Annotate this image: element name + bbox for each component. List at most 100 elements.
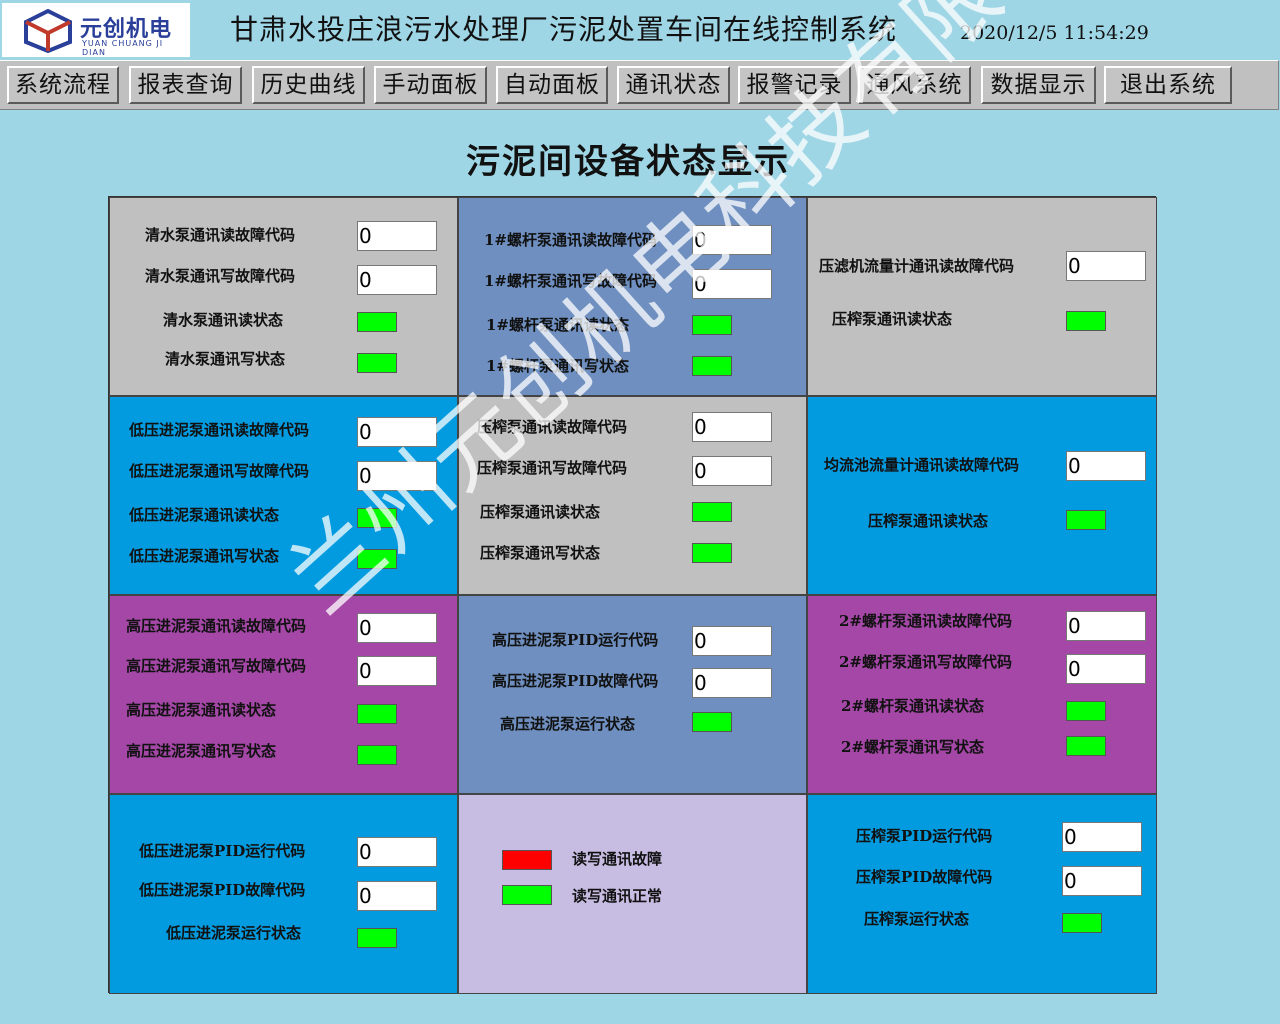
fault-code-display: 0 <box>357 613 437 643</box>
status-indicator <box>357 704 397 724</box>
status-indicator <box>357 508 397 528</box>
field-label: 高压进泥泵PID故障代码 <box>492 672 659 690</box>
status-grid: 清水泵通讯读故障代码 0 清水泵通讯写故障代码 0 清水泵通讯读状态 清水泵通讯… <box>108 196 1157 994</box>
fault-code-display: 0 <box>692 269 772 299</box>
logo-pinyin: YUAN CHUANG JI DIAN <box>82 39 164 57</box>
nav-bar: 系统流程 报表查询 历史曲线 手动面板 自动面板 通讯状态 报警记录 通风系统 … <box>0 60 1279 110</box>
status-indicator <box>1066 701 1106 721</box>
status-indicator <box>1066 311 1106 331</box>
fault-code-display: 0 <box>692 668 772 698</box>
company-logo: 元创机电 YUAN CHUANG JI DIAN <box>2 3 190 57</box>
nav-button-history-curve[interactable]: 历史曲线 <box>252 66 365 104</box>
field-label: 低压进泥泵运行状态 <box>166 924 302 942</box>
status-indicator <box>357 312 397 332</box>
field-label: 高压进泥泵通讯写状态 <box>126 742 277 760</box>
system-title: 甘肃水投庄浪污水处理厂污泥处置车间在线控制系统 <box>230 13 898 46</box>
field-label: 压榨泵通讯写故障代码 <box>477 459 628 477</box>
nav-button-auto-panel[interactable]: 自动面板 <box>496 66 608 104</box>
nav-button-manual-panel[interactable]: 手动面板 <box>374 66 487 104</box>
fault-code-display: 0 <box>1066 611 1146 641</box>
field-label: 1#螺杆泵通讯读故障代码 <box>484 231 658 249</box>
status-indicator <box>357 353 397 373</box>
nav-button-alarm-log[interactable]: 报警记录 <box>738 66 851 104</box>
field-label: 1#螺杆泵通讯写故障代码 <box>484 272 658 290</box>
legend-normal-label: 读写通讯正常 <box>572 887 663 905</box>
field-label: 压榨泵PID运行代码 <box>856 827 993 845</box>
cube-logo-icon <box>24 9 72 53</box>
fault-code-display: 0 <box>1066 654 1146 684</box>
status-indicator <box>1066 736 1106 756</box>
legend-normal-indicator <box>502 885 552 905</box>
panel-legend: 读写通讯故障 读写通讯正常 <box>458 794 807 994</box>
panel-high-pressure-pid: 高压进泥泵PID运行代码 0 高压进泥泵PID故障代码 0 高压进泥泵运行状态 <box>458 595 807 794</box>
field-label: 高压进泥泵通讯读故障代码 <box>126 617 307 635</box>
fault-code-display: 0 <box>357 417 437 447</box>
datetime-display: 2020/12/5 11:54:29 <box>960 22 1149 44</box>
status-indicator <box>692 712 732 732</box>
status-indicator <box>357 549 397 569</box>
nav-button-ventilation[interactable]: 通风系统 <box>858 66 971 104</box>
field-label: 压榨泵运行状态 <box>864 910 970 928</box>
fault-code-display: 0 <box>1066 451 1146 481</box>
field-label: 压榨泵通讯读状态 <box>480 503 601 521</box>
fault-code-display: 0 <box>357 881 437 911</box>
panel-press-pump: 压榨泵通讯读故障代码 0 压榨泵通讯写故障代码 0 压榨泵通讯读状态 压榨泵通讯… <box>458 396 807 595</box>
status-indicator <box>357 928 397 948</box>
field-label: 压榨泵通讯读状态 <box>868 512 989 530</box>
fault-code-display: 0 <box>357 837 437 867</box>
panel-clear-water-pump: 清水泵通讯读故障代码 0 清水泵通讯写故障代码 0 清水泵通讯读状态 清水泵通讯… <box>109 197 458 396</box>
field-label: 低压进泥泵通讯读状态 <box>129 506 280 524</box>
field-label: 2#螺杆泵通讯读故障代码 <box>839 612 1013 630</box>
panel-low-pressure-sludge-pump: 低压进泥泵通讯读故障代码 0 低压进泥泵通讯写故障代码 0 低压进泥泵通讯读状态… <box>109 396 458 595</box>
fault-code-display: 0 <box>1062 822 1142 852</box>
field-label: 清水泵通讯读故障代码 <box>145 226 296 244</box>
field-label: 清水泵通讯写故障代码 <box>145 267 296 285</box>
status-indicator <box>692 502 732 522</box>
field-label: 低压进泥泵通讯写故障代码 <box>129 462 310 480</box>
panel-screw-pump-1: 1#螺杆泵通讯读故障代码 0 1#螺杆泵通讯写故障代码 0 1#螺杆泵通讯读状态… <box>458 197 807 396</box>
panel-equalization-flowmeter: 均流池流量计通讯读故障代码 0 压榨泵通讯读状态 <box>807 396 1157 595</box>
status-indicator <box>357 745 397 765</box>
panel-screw-pump-2: 2#螺杆泵通讯读故障代码 0 2#螺杆泵通讯写故障代码 0 2#螺杆泵通讯读状态… <box>807 595 1157 794</box>
status-indicator <box>692 543 732 563</box>
field-label: 2#螺杆泵通讯写故障代码 <box>839 653 1013 671</box>
field-label: 高压进泥泵通讯写故障代码 <box>126 657 307 675</box>
field-label: 压滤机流量计通讯读故障代码 <box>819 257 1015 275</box>
status-indicator <box>692 356 732 376</box>
field-label: 低压进泥泵通讯写状态 <box>129 547 280 565</box>
field-label: 均流池流量计通讯读故障代码 <box>824 456 1020 474</box>
header-bar: 元创机电 YUAN CHUANG JI DIAN 甘肃水投庄浪污水处理厂污泥处置… <box>0 0 1280 60</box>
panel-high-pressure-sludge-pump: 高压进泥泵通讯读故障代码 0 高压进泥泵通讯写故障代码 0 高压进泥泵通讯读状态… <box>109 595 458 794</box>
field-label: 高压进泥泵通讯读状态 <box>126 701 277 719</box>
legend-error-indicator <box>502 850 552 870</box>
nav-button-exit[interactable]: 退出系统 <box>1104 66 1232 104</box>
fault-code-display: 0 <box>692 456 772 486</box>
fault-code-display: 0 <box>357 221 437 251</box>
field-label: 压榨泵PID故障代码 <box>856 868 993 886</box>
panel-filter-press-flowmeter: 压滤机流量计通讯读故障代码 0 压榨泵通讯读状态 <box>807 197 1157 396</box>
field-label: 压榨泵通讯读状态 <box>832 310 953 328</box>
field-label: 1#螺杆泵通讯读状态 <box>486 316 630 334</box>
field-label: 2#螺杆泵通讯读状态 <box>841 697 985 715</box>
field-label: 低压进泥泵PID运行代码 <box>139 842 306 860</box>
field-label: 低压进泥泵PID故障代码 <box>139 881 306 899</box>
nav-button-report-query[interactable]: 报表查询 <box>129 66 242 104</box>
fault-code-display: 0 <box>692 412 772 442</box>
page-title: 污泥间设备状态显示 <box>466 142 790 182</box>
nav-button-data-display[interactable]: 数据显示 <box>981 66 1096 104</box>
nav-button-comm-status[interactable]: 通讯状态 <box>617 66 730 104</box>
fault-code-display: 0 <box>692 626 772 656</box>
legend-error-label: 读写通讯故障 <box>572 850 663 868</box>
status-indicator <box>1066 510 1106 530</box>
field-label: 压榨泵通讯写状态 <box>480 544 601 562</box>
nav-button-system-flow[interactable]: 系统流程 <box>7 66 119 104</box>
fault-code-display: 0 <box>692 225 772 255</box>
field-label: 高压进泥泵PID运行代码 <box>492 631 659 649</box>
panel-press-pump-pid: 压榨泵PID运行代码 0 压榨泵PID故障代码 0 压榨泵运行状态 <box>807 794 1157 994</box>
field-label: 低压进泥泵通讯读故障代码 <box>129 421 310 439</box>
field-label: 清水泵通讯写状态 <box>165 350 286 368</box>
field-label: 2#螺杆泵通讯写状态 <box>841 738 985 756</box>
fault-code-display: 0 <box>357 265 437 295</box>
field-label: 清水泵通讯读状态 <box>163 311 284 329</box>
status-indicator <box>1062 913 1102 933</box>
